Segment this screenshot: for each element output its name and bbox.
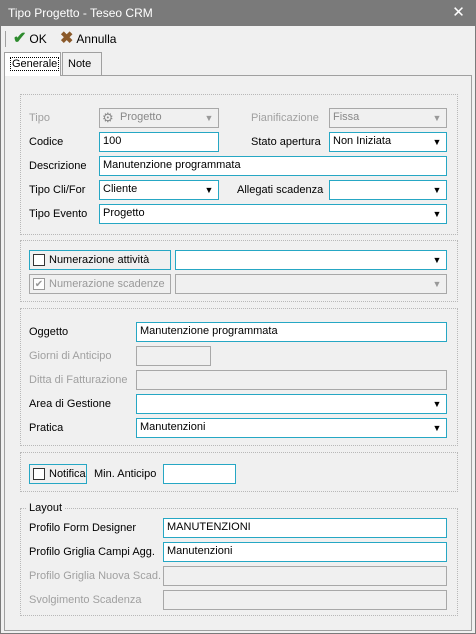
toolbar: ✔ OK ✖ Annulla (1, 26, 475, 51)
notifica-checkbox[interactable]: Notifica (29, 464, 87, 484)
pratica-value: Manutenzioni (140, 421, 206, 433)
min-anticipo-label: Min. Anticipo (94, 468, 157, 480)
min-anticipo-input[interactable] (163, 464, 236, 484)
pianificazione-label: Pianificazione (251, 112, 319, 124)
profilo-form-designer-label: Profilo Form Designer (29, 522, 136, 534)
codice-label: Codice (29, 136, 64, 148)
area-gestione-select[interactable]: ▼ (136, 394, 447, 414)
pratica-select[interactable]: Manutenzioni ▼ (136, 418, 447, 438)
close-icon[interactable]: ✕ (442, 1, 475, 26)
chevron-down-icon: ▼ (432, 399, 442, 409)
profilo-griglia-campi-label: Profilo Griglia Campi Agg. (29, 546, 155, 558)
tipo-cli-for-value: Cliente (103, 183, 138, 195)
tab-note-label: Note (68, 58, 92, 70)
stato-apertura-select[interactable]: Non Iniziata ▼ (329, 132, 447, 152)
notifica-group: Notifica Min. Anticipo (20, 452, 458, 492)
codice-input[interactable]: 100 (99, 132, 219, 152)
numerazione-scadenze-select: ▼ (175, 274, 447, 294)
numerazione-attivita-label: Numerazione attività (49, 254, 150, 266)
profilo-griglia-nuova-label: Profilo Griglia Nuova Scad. (29, 570, 162, 582)
tipo-select: ⚙ Progetto ▼ (99, 108, 219, 128)
allegati-scadenza-select[interactable]: ▼ (329, 180, 447, 200)
chevron-down-icon: ▼ (432, 137, 442, 147)
numerazione-scadenze-label: Numerazione scadenze (49, 278, 165, 290)
chevron-down-icon: ▼ (204, 185, 214, 195)
tab-generale-label: Generale (10, 57, 60, 71)
chevron-down-icon: ▼ (432, 185, 442, 195)
tipo-evento-select[interactable]: Progetto ▼ (99, 204, 447, 224)
title-bar[interactable]: Tipo Progetto - Teseo CRM ✕ (1, 1, 475, 26)
ditta-fatturazione-label: Ditta di Fatturazione (29, 374, 128, 386)
tipo-value: Progetto (120, 111, 162, 123)
chevron-down-icon: ▼ (204, 113, 214, 123)
descrizione-input[interactable]: Manutenzione programmata (99, 156, 447, 176)
tipo-label: Tipo (29, 112, 50, 124)
pianificazione-select: Fissa ▼ (329, 108, 447, 128)
chevron-down-icon: ▼ (432, 209, 442, 219)
chevron-down-icon: ▼ (432, 113, 442, 123)
checkbox-box (33, 468, 45, 480)
x-icon: ✖ (60, 30, 74, 47)
pianificazione-value: Fissa (333, 111, 360, 123)
layout-group: Layout Profilo Form Designer MANUTENZION… (20, 502, 458, 616)
toolbar-separator (5, 31, 6, 47)
allegati-scadenza-label: Allegati scadenza (237, 184, 324, 196)
ditta-fatturazione-input (136, 370, 447, 390)
numerazione-attivita-select[interactable]: ▼ (175, 250, 447, 270)
checkbox-box (33, 254, 45, 266)
svolgimento-scadenza-label: Svolgimento Scadenza (29, 594, 142, 606)
tipo-evento-value: Progetto (103, 207, 145, 219)
profilo-griglia-campi-input[interactable]: Manutenzioni (163, 542, 447, 562)
giorni-anticipo-label: Giorni di Anticipo (29, 350, 112, 362)
tipo-cli-for-label: Tipo Cli/For (29, 184, 86, 196)
chevron-down-icon: ▼ (432, 279, 442, 289)
project-tool-icon: ⚙ (102, 110, 114, 125)
numerazione-attivita-checkbox[interactable]: Numerazione attività (29, 250, 171, 270)
numerazione-group: Numerazione attività ▼ ✔ Numerazione sca… (20, 240, 458, 302)
layout-legend: Layout (27, 502, 65, 514)
dialog-window: Tipo Progetto - Teseo CRM ✕ ✔ OK ✖ Annul… (0, 0, 476, 634)
notifica-label: Notifica (49, 468, 86, 480)
profilo-form-designer-input[interactable]: MANUTENZIONI (163, 518, 447, 538)
tipo-cli-for-select[interactable]: Cliente ▼ (99, 180, 219, 200)
svolgimento-scadenza-input (163, 590, 447, 610)
tipo-evento-label: Tipo Evento (29, 208, 88, 220)
stato-apertura-label: Stato apertura (251, 136, 321, 148)
oggetto-input[interactable]: Manutenzione programmata (136, 322, 447, 342)
oggetto-label: Oggetto (29, 326, 69, 338)
chevron-down-icon: ▼ (432, 423, 442, 433)
check-icon: ✔ (13, 30, 27, 47)
ok-button-label: OK (29, 32, 47, 46)
profilo-griglia-nuova-input (163, 566, 447, 586)
descrizione-label: Descrizione (29, 160, 87, 172)
tab-generale[interactable]: Generale (4, 52, 61, 76)
window-title: Tipo Progetto - Teseo CRM (8, 6, 153, 20)
tab-note[interactable]: Note (62, 52, 102, 75)
numerazione-scadenze-checkbox: ✔ Numerazione scadenze (29, 274, 171, 294)
giorni-anticipo-input (136, 346, 211, 366)
ok-button[interactable]: ✔ OK (13, 29, 47, 49)
chevron-down-icon: ▼ (432, 255, 442, 265)
cancel-button[interactable]: ✖ Annulla (60, 29, 116, 49)
pratica-label: Pratica (29, 422, 64, 434)
area-gestione-label: Area di Gestione (29, 398, 111, 410)
general-group: Tipo ⚙ Progetto ▼ Pianificazione Fissa ▼… (20, 94, 458, 235)
cancel-button-label: Annulla (76, 32, 117, 46)
tab-page-generale: Tipo ⚙ Progetto ▼ Pianificazione Fissa ▼… (4, 75, 472, 631)
details-group: Oggetto Manutenzione programmata Giorni … (20, 308, 458, 446)
stato-apertura-value: Non Iniziata (333, 135, 392, 147)
checkmark-icon: ✔ (33, 278, 45, 290)
